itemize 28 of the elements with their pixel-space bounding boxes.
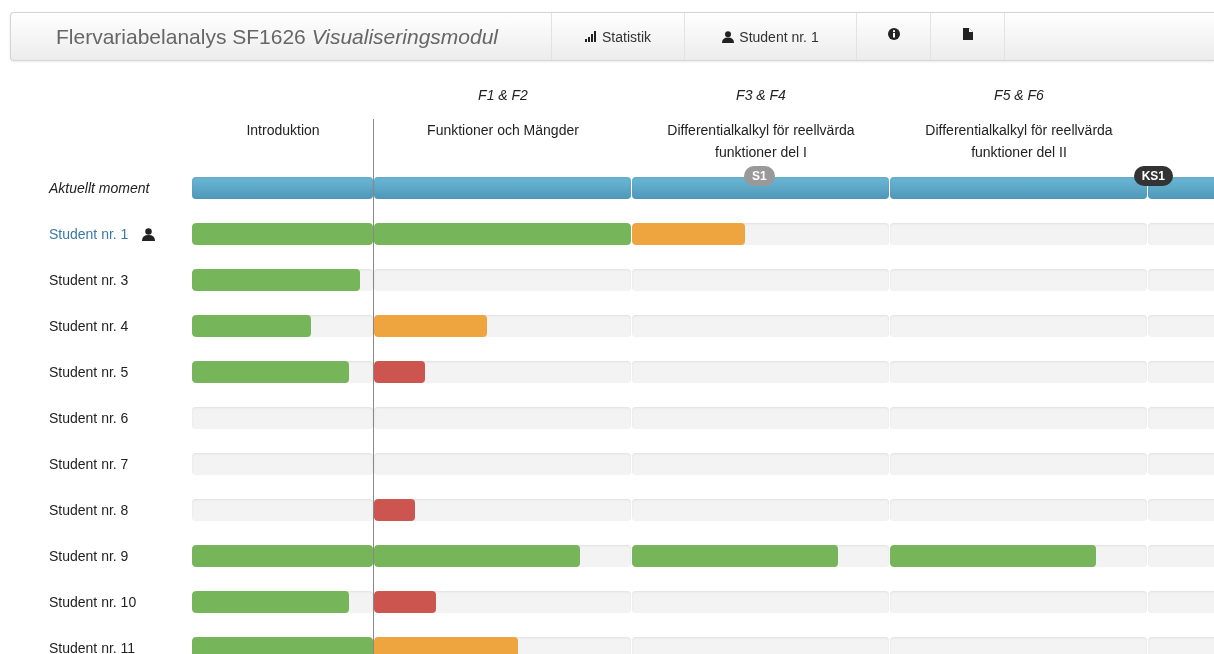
app-title: Flervariabelanalys SF1626 Visualiseringsmodul xyxy=(55,24,500,50)
lecture-label: F3 & F4 xyxy=(736,87,786,103)
student-link[interactable]: Student nr. 8 xyxy=(49,502,129,518)
student-link[interactable]: Student nr. 7 xyxy=(49,456,129,472)
info-icon xyxy=(887,27,900,40)
row-label: Aktuellt moment xyxy=(49,180,150,196)
column-heading: Introduktion xyxy=(246,122,320,138)
user-icon xyxy=(722,30,735,43)
student-link[interactable]: Student nr. 3 xyxy=(49,272,129,288)
student-link[interactable]: Student nr. 4 xyxy=(49,318,129,334)
column-heading: Funktioner och Mängder xyxy=(427,122,579,138)
column-heading: Differentialkalkyl för reellvärda funktioner del II xyxy=(925,122,1113,160)
signal-bars-icon xyxy=(585,31,597,42)
student-link[interactable]: Student nr. 9 xyxy=(49,548,129,564)
student-link[interactable]: Student nr. 10 xyxy=(49,594,137,610)
document-icon xyxy=(962,27,973,40)
student-link[interactable]: Student nr. 11 xyxy=(49,640,136,654)
milestone-badge: KS1 xyxy=(1133,166,1173,186)
statistics-tab[interactable]: Statistik xyxy=(551,13,684,60)
milestone-badge: S1 xyxy=(744,166,775,186)
lecture-label: F1 & F2 xyxy=(478,87,528,103)
student-link[interactable]: Student nr. 1 xyxy=(49,226,129,242)
lecture-label: F5 & F6 xyxy=(994,87,1044,103)
column-heading: Differentialkalkyl för reellvärda funktioner del I xyxy=(667,122,855,160)
student-tab[interactable]: Student nr. 1 xyxy=(684,13,856,60)
student-link[interactable]: Student nr. 5 xyxy=(49,364,129,380)
user-icon xyxy=(142,227,156,241)
student-link[interactable]: Student nr. 6 xyxy=(49,410,129,426)
